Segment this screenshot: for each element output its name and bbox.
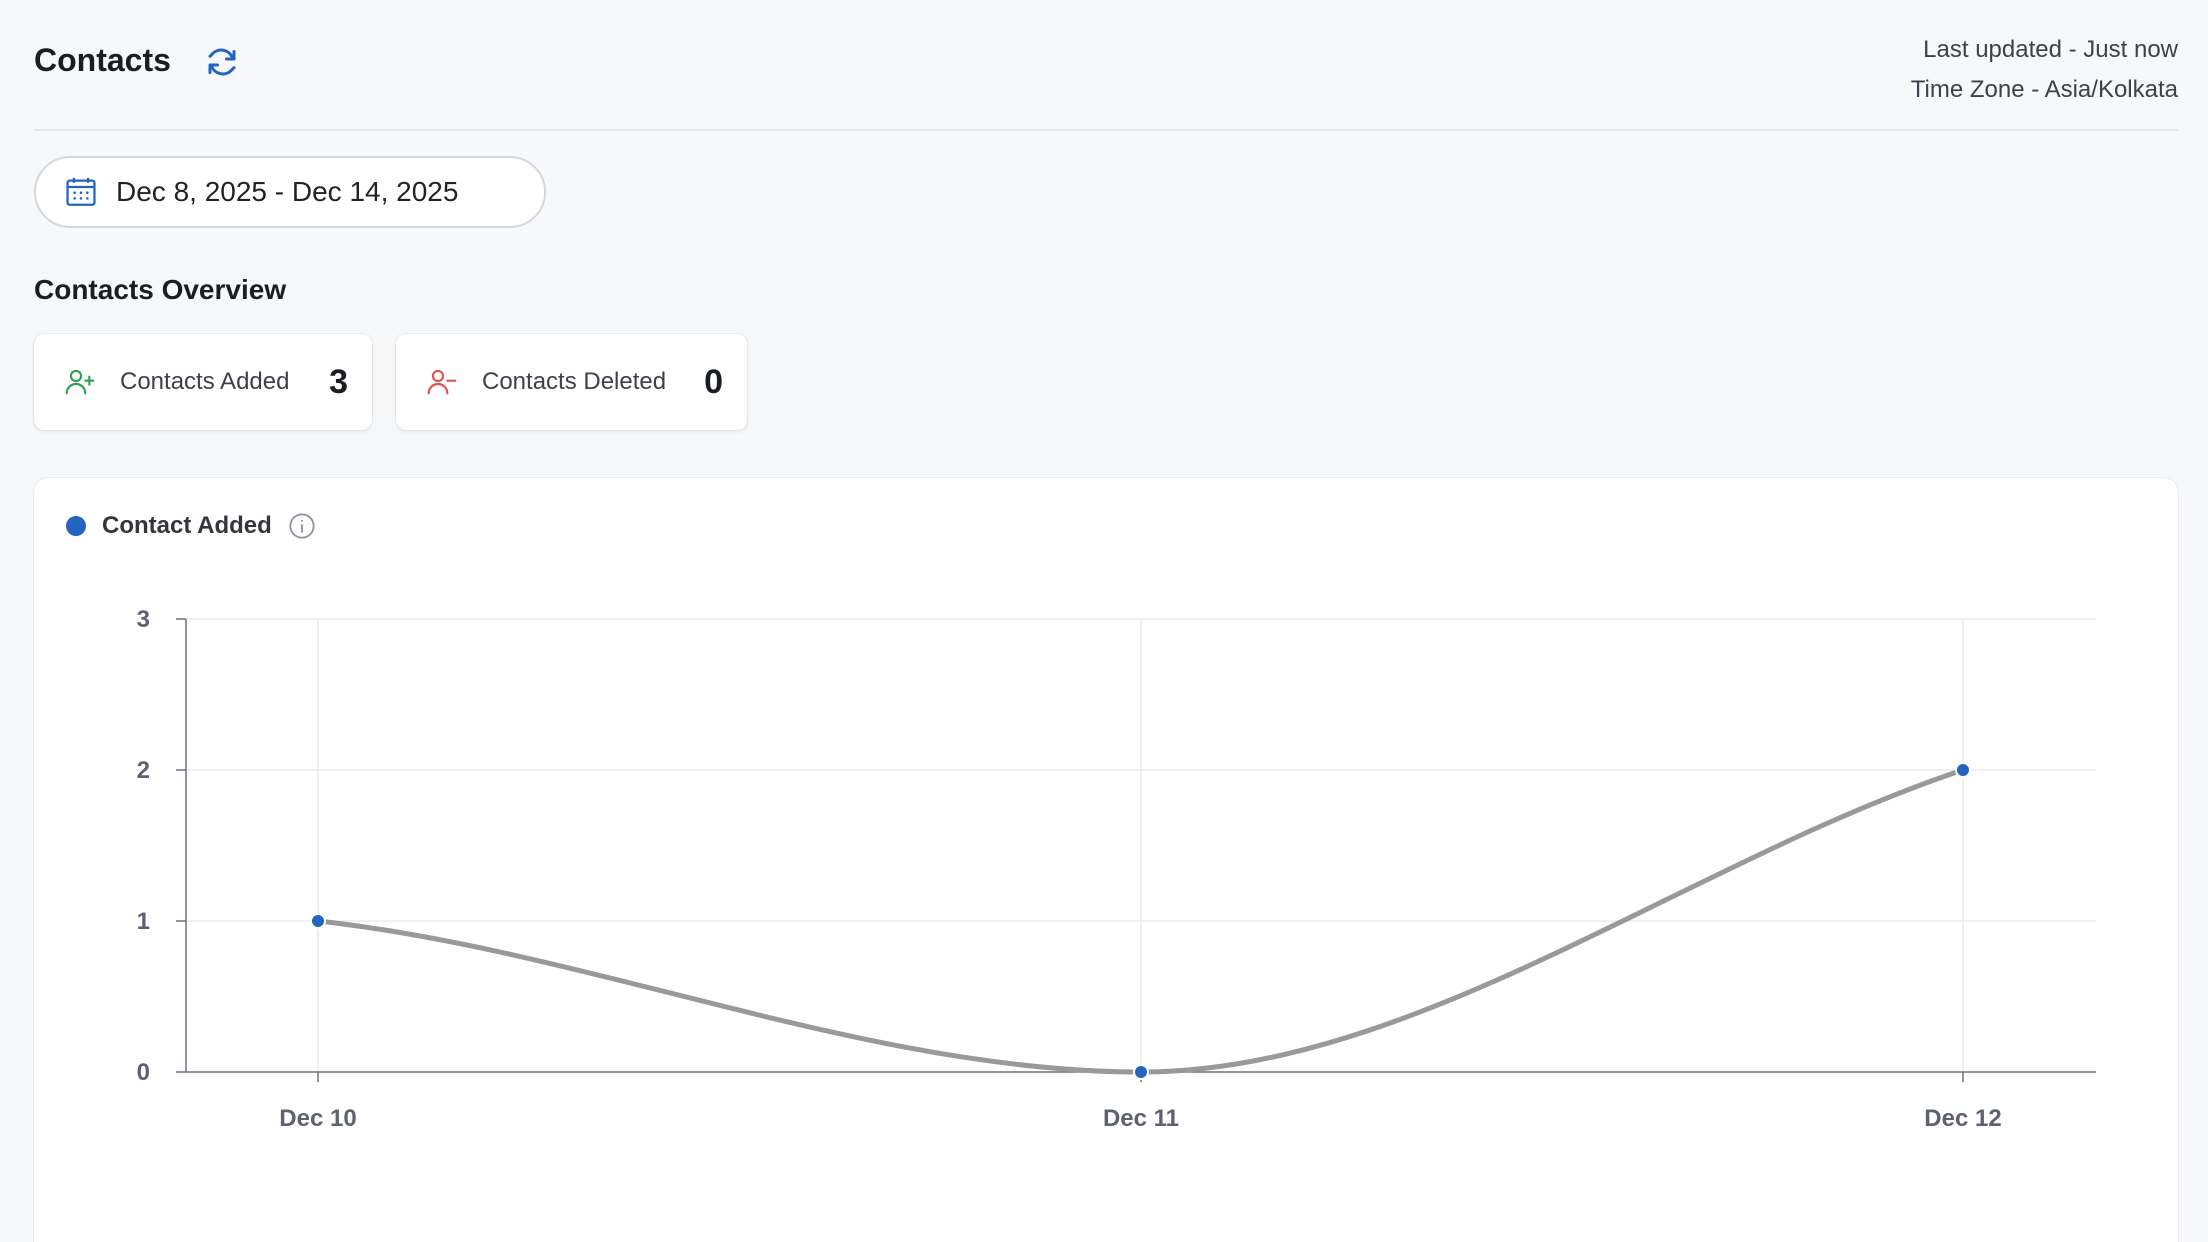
- contacts-added-label: Contacts Added: [120, 368, 290, 395]
- time-zone-text: Time Zone - Asia/Kolkata: [1910, 76, 2178, 103]
- legend-label: Contact Added: [102, 512, 272, 539]
- info-icon[interactable]: [288, 512, 316, 540]
- x-tick-label: Dec 12: [1924, 1105, 2001, 1132]
- data-point: [1955, 762, 1971, 778]
- y-tick-label: 3: [137, 606, 150, 633]
- y-tick-label: 2: [137, 757, 150, 784]
- page-header: Contacts Last updated - Just now Time Zo…: [34, 0, 2178, 131]
- user-plus-icon: [65, 369, 95, 395]
- contacts-chart-card: 0 1 2 3 Dec 10 Dec 11 Dec 12 Contact Added: [34, 478, 2178, 1242]
- contacts-deleted-label: Contacts Deleted: [482, 368, 667, 395]
- contacts-added-card: Contacts Added 3: [34, 334, 372, 430]
- data-point: [310, 913, 326, 929]
- overview-title: Contacts Overview: [34, 274, 287, 305]
- contacts-deleted-value: 0: [704, 362, 723, 401]
- refresh-button[interactable]: [202, 42, 242, 82]
- update-meta: Last updated - Just now Time Zone - Asia…: [1911, 30, 2178, 110]
- data-point: [1133, 1064, 1149, 1080]
- contacts-page: Contacts Last updated - Just now Time Zo…: [0, 0, 2208, 1242]
- page-title: Contacts: [34, 42, 171, 78]
- x-tick-label: Dec 10: [279, 1105, 356, 1132]
- contacts-deleted-card: Contacts Deleted 0: [396, 334, 747, 430]
- y-tick-label: 0: [137, 1059, 150, 1086]
- contacts-added-value: 3: [329, 362, 348, 401]
- x-tick-label: Dec 11: [1103, 1105, 1179, 1132]
- chart-legend: Contact Added: [66, 512, 316, 540]
- calendar-icon: [66, 177, 96, 206]
- date-range-picker[interactable]: Dec 8, 2025 - Dec 14, 2025: [34, 156, 546, 228]
- refresh-icon: [208, 48, 236, 76]
- last-updated-text: Last updated - Just now: [1923, 36, 2178, 63]
- user-minus-icon: [427, 369, 457, 395]
- legend-dot: [66, 516, 86, 536]
- date-range-label: Dec 8, 2025 - Dec 14, 2025: [116, 176, 459, 207]
- contacts-line-chart: 0 1 2 3 Dec 10 Dec 11 Dec 12: [137, 606, 2096, 1132]
- y-tick-label: 1: [137, 908, 150, 935]
